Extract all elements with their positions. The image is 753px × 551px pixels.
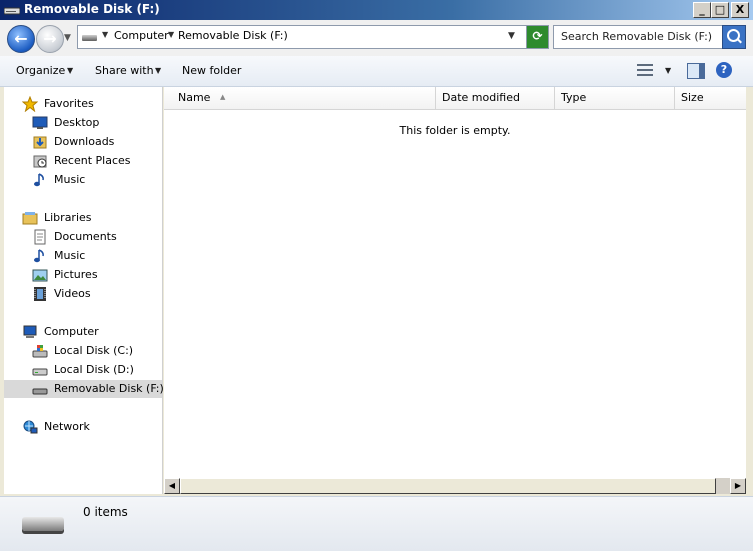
organize-dropdown-icon[interactable]: ▼ bbox=[67, 66, 73, 75]
local-disk-icon bbox=[32, 345, 48, 358]
back-button[interactable]: ← bbox=[7, 25, 35, 53]
column-label: Type bbox=[561, 91, 587, 104]
column-label: Size bbox=[681, 91, 704, 104]
sidebar-item-label: Desktop bbox=[54, 116, 100, 129]
sidebar-item-label: Removable Disk (F:) bbox=[54, 382, 164, 395]
details-pane: 0 items bbox=[0, 496, 753, 551]
sidebar-item-network[interactable]: Network bbox=[22, 418, 162, 436]
sidebar-item-videos[interactable]: Videos bbox=[32, 285, 162, 303]
chevron-right-icon[interactable]: ▼ bbox=[168, 30, 174, 39]
sidebar-item-favorites[interactable]: Favorites bbox=[22, 95, 162, 113]
window-title: Removable Disk (F:) bbox=[24, 2, 160, 16]
drive-icon bbox=[82, 35, 97, 41]
desktop-icon bbox=[32, 116, 48, 129]
help-icon[interactable]: ? bbox=[716, 62, 732, 78]
address-dropdown-icon[interactable]: ▼ bbox=[508, 31, 515, 41]
title-bar: Removable Disk (F:) _ □ X bbox=[0, 0, 753, 20]
change-view-icon[interactable] bbox=[637, 63, 653, 77]
view-options-dropdown-icon[interactable]: ▼ bbox=[665, 66, 671, 75]
column-header-type[interactable]: Type bbox=[555, 87, 675, 109]
removable-disk-large-icon bbox=[22, 517, 64, 531]
sidebar-item-label: Pictures bbox=[54, 268, 98, 281]
documents-icon bbox=[34, 229, 46, 245]
forward-arrow-icon: → bbox=[43, 29, 57, 48]
pictures-icon bbox=[32, 269, 48, 282]
sidebar-item-removable-disk-f[interactable]: Removable Disk (F:) bbox=[4, 380, 164, 398]
music-icon bbox=[34, 173, 44, 187]
scroll-left-button[interactable]: ◀ bbox=[164, 478, 180, 494]
column-header-name[interactable]: Name ▲ bbox=[172, 87, 436, 109]
star-icon bbox=[22, 96, 38, 112]
downloads-icon bbox=[33, 136, 47, 149]
sidebar-item-label: Documents bbox=[54, 230, 117, 243]
breadcrumb-computer[interactable]: Computer bbox=[114, 29, 169, 42]
navigation-pane: Favorites Desktop Downloads Recent Place… bbox=[4, 87, 164, 494]
item-count: 0 items bbox=[83, 505, 128, 519]
network-icon bbox=[23, 420, 38, 434]
column-headers: Name ▲ Date modified Type Size bbox=[164, 87, 746, 110]
search-button[interactable] bbox=[722, 25, 746, 49]
refresh-icon: ⟳ bbox=[532, 29, 543, 43]
sort-ascending-icon: ▲ bbox=[220, 93, 226, 101]
sidebar-item-pictures[interactable]: Pictures bbox=[32, 266, 162, 284]
scroll-right-button[interactable]: ▶ bbox=[730, 478, 746, 494]
refresh-button[interactable]: ⟳ bbox=[526, 26, 548, 48]
sidebar-item-documents[interactable]: Documents bbox=[32, 228, 162, 246]
recent-pages-chevron-icon[interactable]: ▼ bbox=[64, 33, 71, 43]
preview-pane-icon[interactable] bbox=[687, 63, 705, 79]
sidebar-item-label: Computer bbox=[44, 325, 99, 338]
column-header-date-modified[interactable]: Date modified bbox=[436, 87, 555, 109]
libraries-icon bbox=[22, 212, 38, 225]
share-with-button[interactable]: Share with bbox=[95, 64, 154, 77]
column-header-size[interactable]: Size bbox=[675, 87, 745, 109]
new-folder-button[interactable]: New folder bbox=[182, 64, 241, 77]
search-icon-handle bbox=[737, 38, 742, 44]
sidebar-item-label: Libraries bbox=[44, 211, 92, 224]
forward-button[interactable]: → bbox=[36, 25, 64, 53]
chevron-right-icon[interactable]: ▼ bbox=[102, 30, 108, 39]
computer-icon bbox=[23, 325, 37, 338]
sidebar-item-label: Music bbox=[54, 173, 86, 186]
sidebar-item-recent-places[interactable]: Recent Places bbox=[32, 152, 162, 170]
sidebar-item-label: Downloads bbox=[54, 135, 115, 148]
sidebar-item-label: Favorites bbox=[44, 97, 94, 110]
sidebar-item-music[interactable]: Music bbox=[32, 171, 162, 189]
horizontal-scrollbar[interactable]: ◀ ▶ bbox=[164, 478, 746, 494]
sidebar-item-libraries[interactable]: Libraries bbox=[22, 209, 162, 227]
address-bar[interactable]: ▼ Computer ▼ Removable Disk (F:) ▼ ⟳ bbox=[77, 25, 549, 49]
back-arrow-icon: ← bbox=[14, 29, 28, 48]
sidebar-item-downloads[interactable]: Downloads bbox=[32, 133, 162, 151]
search-box[interactable]: Search Removable Disk (F:) bbox=[553, 25, 746, 49]
sidebar-item-label: Local Disk (C:) bbox=[54, 344, 134, 357]
column-label: Date modified bbox=[442, 91, 520, 104]
breadcrumb-removable-disk[interactable]: Removable Disk (F:) bbox=[178, 29, 288, 42]
sidebar-item-label: Recent Places bbox=[54, 154, 131, 167]
close-button[interactable]: X bbox=[731, 2, 749, 18]
videos-icon bbox=[34, 287, 46, 301]
minimize-button[interactable]: _ bbox=[693, 2, 711, 18]
local-disk-icon bbox=[32, 368, 48, 376]
search-input[interactable]: Search Removable Disk (F:) bbox=[561, 30, 712, 43]
maximize-button[interactable]: □ bbox=[711, 2, 729, 18]
share-with-dropdown-icon[interactable]: ▼ bbox=[155, 66, 161, 75]
sidebar-item-local-disk-c[interactable]: Local Disk (C:) bbox=[32, 342, 162, 360]
sidebar-item-label: Local Disk (D:) bbox=[54, 363, 134, 376]
sidebar-item-label: Videos bbox=[54, 287, 91, 300]
empty-folder-message: This folder is empty. bbox=[399, 124, 511, 137]
sidebar-item-library-music[interactable]: Music bbox=[32, 247, 162, 265]
removable-disk-icon bbox=[4, 7, 20, 15]
sidebar-item-computer[interactable]: Computer bbox=[22, 323, 162, 341]
file-list[interactable]: Name ▲ Date modified Type Size This fold… bbox=[164, 87, 746, 494]
column-label: Name bbox=[178, 91, 211, 104]
recent-places-icon bbox=[33, 155, 47, 168]
organize-button[interactable]: Organize bbox=[16, 64, 65, 77]
sidebar-item-label: Network bbox=[44, 420, 90, 433]
sidebar-item-desktop[interactable]: Desktop bbox=[32, 114, 162, 132]
scroll-thumb[interactable] bbox=[180, 478, 716, 494]
sidebar-item-label: Music bbox=[54, 249, 86, 262]
removable-disk-icon bbox=[32, 388, 48, 395]
music-icon bbox=[34, 249, 44, 263]
sidebar-item-local-disk-d[interactable]: Local Disk (D:) bbox=[32, 361, 162, 379]
